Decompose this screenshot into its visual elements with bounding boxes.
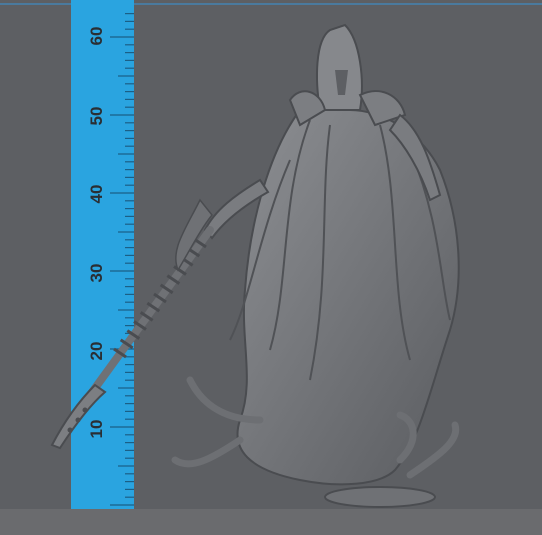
figure-base	[324, 486, 436, 508]
figure-hood	[316, 23, 363, 111]
spear-staff	[50, 198, 214, 450]
miniature-figure-scene	[50, 23, 460, 508]
floor-strip	[0, 509, 542, 535]
